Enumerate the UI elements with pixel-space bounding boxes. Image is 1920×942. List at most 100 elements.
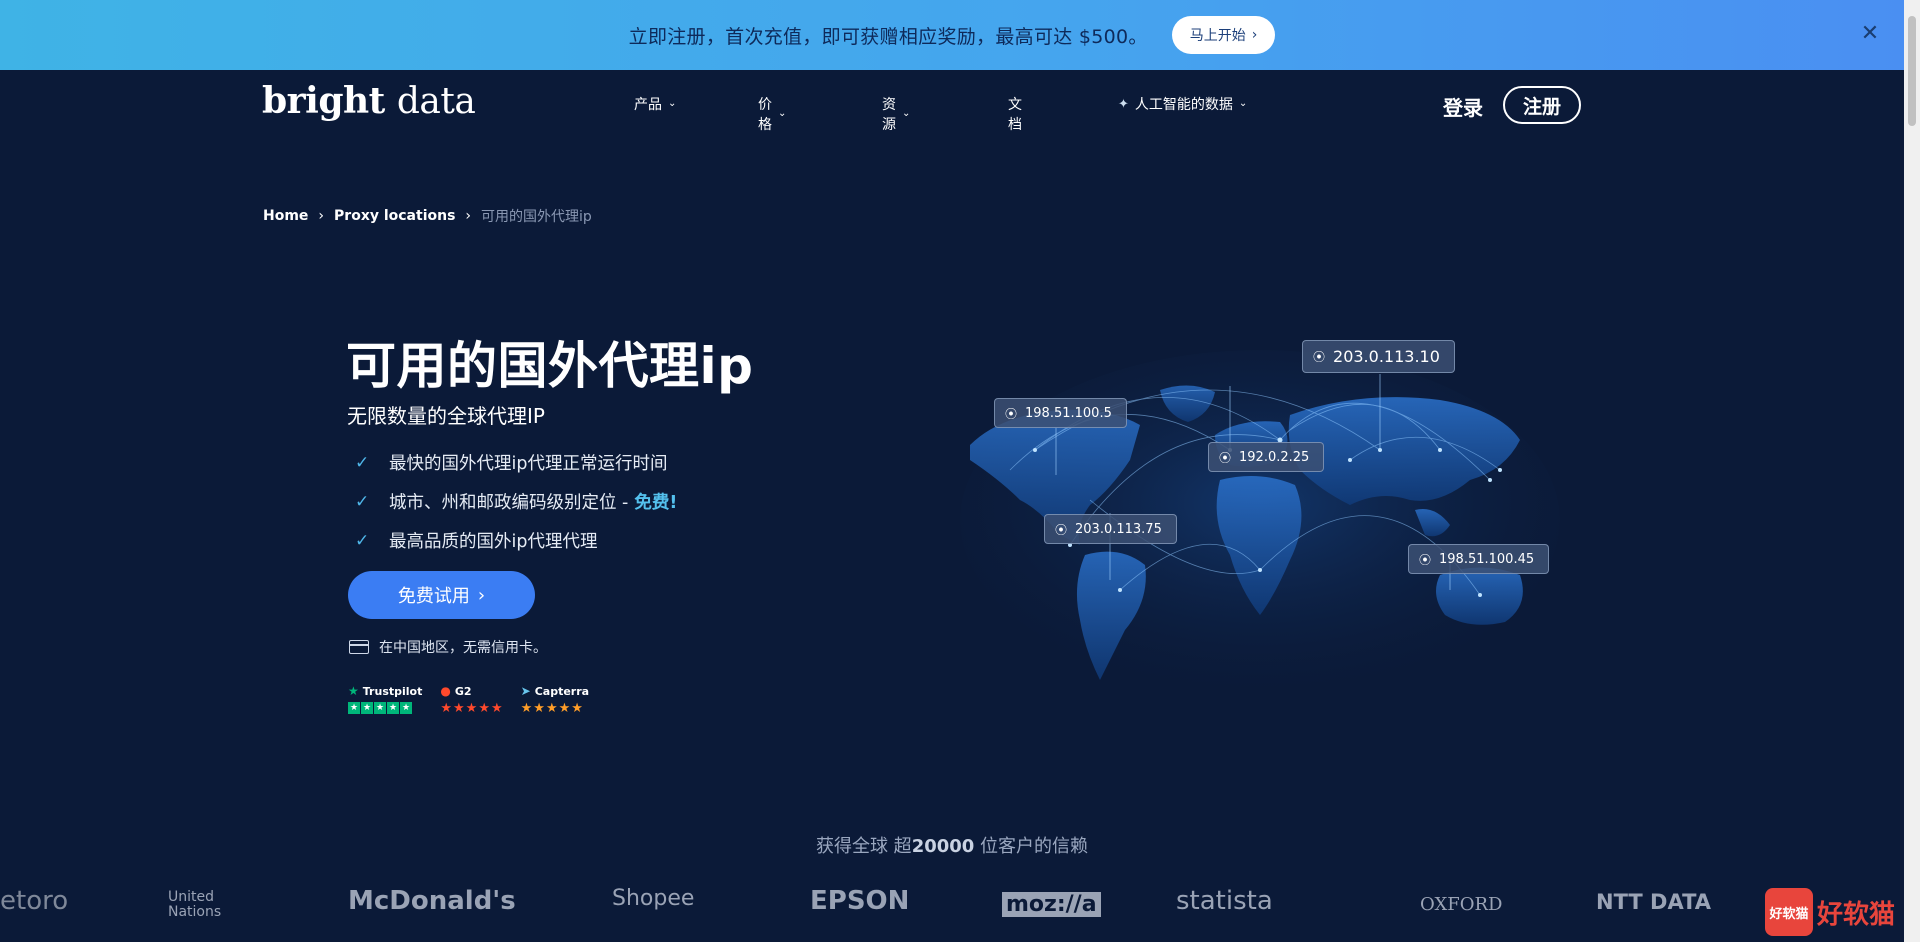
feature-list: ✓ 最快的国外代理ip代理正常运行时间 ✓ 城市、州和邮政编码级别定位 - 免费… (355, 443, 677, 560)
ip-tag: ⦿ 192.0.2.25 (1208, 442, 1325, 472)
nav-ai-data[interactable]: ✦ 人工智能的数据 ⌄ (1118, 94, 1247, 114)
location-pin-icon: ⦿ (1313, 350, 1326, 364)
feature-item: ✓ 最高品质的国外ip代理代理 (355, 521, 677, 560)
united-nations-logo: United Nations (168, 889, 222, 920)
site-header: bright data 产品 ⌄ 价格 ⌄ 资源 ⌄ 文档 ✦ 人工智能的数据 … (0, 70, 1904, 140)
nav-docs-label: 文档 (1008, 97, 1022, 133)
breadcrumb-current: 可用的国外代理ip (481, 209, 592, 225)
promo-text: 立即注册，首次充值，即可获赠相应奖励，最高可达 $500。 (628, 25, 1148, 48)
feature-item: ✓ 城市、州和邮政编码级别定位 - 免费! (355, 482, 677, 521)
trust-prefix: 获得全球 超 (815, 836, 912, 857)
chevron-down-icon: ⌄ (902, 107, 911, 119)
location-pin-icon: ⦿ (1419, 552, 1432, 567)
bright-data-logo[interactable]: bright data (262, 80, 476, 122)
nav-resources[interactable]: 资源 ⌄ (882, 94, 910, 134)
ip-address: 198.51.100.45 (1439, 551, 1535, 567)
close-icon[interactable]: ✕ (1858, 22, 1882, 46)
rating-g2[interactable]: ● G2 ★ ★ ★ ★ ★ (440, 684, 502, 715)
g2-logo-icon: ● (440, 684, 451, 698)
watermark: 好软猫 好软猫 (1765, 888, 1895, 936)
rating-stars: ★ ★ ★ ★ ★ (520, 701, 583, 716)
capterra-arrow-icon: ➤ (520, 684, 531, 698)
scrollbar-thumb[interactable] (1908, 16, 1916, 126)
check-icon: ✓ (355, 530, 370, 551)
rating-trustpilot[interactable]: ★ Trustpilot ★ ★ ★ ★ ★ (348, 684, 422, 715)
sparkle-icon: ✦ (1118, 96, 1129, 112)
oxford-logo: OXFORD (1420, 894, 1503, 915)
rating-name: G2 (454, 684, 472, 698)
nav-docs[interactable]: 文档 (1008, 94, 1022, 134)
ratings: ★ Trustpilot ★ ★ ★ ★ ★ ● G2 ★ ★ ★ ★ ★ ➤ Capterra… (348, 684, 589, 715)
credit-card-icon (349, 640, 369, 654)
nav-products-label: 产品 (634, 97, 662, 113)
ip-tag: ⦿ 198.51.100.45 (1408, 544, 1550, 574)
free-tag: 免费! (634, 493, 678, 513)
feature-text: 城市、州和邮政编码级别定位 - (389, 493, 629, 513)
rating-stars: ★ ★ ★ ★ ★ (440, 701, 503, 716)
chevron-down-icon: ⌄ (778, 107, 787, 119)
ip-address: 198.51.100.5 (1025, 405, 1112, 421)
no-credit-card-note: 在中国地区，无需信用卡。 (349, 637, 547, 657)
nav-pricing-label: 价格 (758, 97, 772, 133)
logo-data: data (396, 81, 476, 122)
nav-products[interactable]: 产品 ⌄ (634, 94, 676, 114)
check-icon: ✓ (355, 491, 370, 512)
breadcrumb-home[interactable]: Home (263, 208, 308, 224)
check-icon: ✓ (355, 452, 370, 473)
promo-start-label: 马上开始 (1189, 28, 1246, 44)
ip-address: 203.0.113.10 (1333, 347, 1440, 366)
shopee-logo: Shopee (612, 886, 695, 911)
trust-count: 20000 (911, 836, 975, 857)
chevron-right-icon: › (477, 584, 486, 606)
page-title: 可用的国外代理ip (346, 337, 754, 395)
rating-stars: ★ ★ ★ ★ ★ (348, 702, 412, 714)
ip-tag: ⦿ 203.0.113.10 (1302, 340, 1455, 373)
customer-logos: etoro United Nations McDonald's Shopee E… (0, 886, 1904, 926)
nav-resources-label: 资源 (882, 97, 896, 133)
world-proxy-map: ⦿ 203.0.113.10 ⦿ 198.51.100.5 ⦿ 192.0.2.… (960, 330, 1560, 700)
feature-text: 最快的国外代理ip代理正常运行时间 (389, 454, 668, 474)
etoro-logo: etoro (0, 886, 69, 916)
ip-tag: ⦿ 203.0.113.75 (1044, 514, 1177, 544)
rating-capterra[interactable]: ➤ Capterra ★ ★ ★ ★ ★ (521, 684, 589, 715)
rating-name: Trustpilot (362, 684, 423, 698)
login-link[interactable]: 登录 (1443, 92, 1483, 121)
free-trial-button[interactable]: 免费试用 › (348, 571, 535, 619)
chevron-right-icon: › (1251, 27, 1258, 43)
signup-button[interactable]: 注册 (1503, 86, 1581, 124)
breadcrumb: Home › Proxy locations › 可用的国外代理ip (263, 206, 592, 226)
location-pin-icon: ⦿ (1219, 450, 1232, 465)
nav-pricing[interactable]: 价格 ⌄ (758, 94, 786, 134)
trustpilot-star-icon: ★ (348, 684, 359, 698)
promo-banner: 立即注册，首次充值，即可获赠相应奖励，最高可达 $500。 马上开始 › ✕ (0, 0, 1904, 70)
trust-statement: 获得全球 超20000 位客户的信赖 (0, 832, 1904, 858)
free-trial-label: 免费试用 (397, 586, 470, 607)
ip-tag: ⦿ 198.51.100.5 (994, 398, 1127, 428)
hero-subtitle: 无限数量的全球代理IP (347, 404, 545, 428)
feature-item: ✓ 最快的国外代理ip代理正常运行时间 (355, 443, 677, 482)
promo-start-button[interactable]: 马上开始 › (1171, 16, 1276, 54)
ntt-data-logo: NTT DATA (1596, 890, 1712, 914)
watermark-text: 好软猫 (1817, 899, 1896, 930)
statista-logo: statista (1176, 886, 1273, 916)
location-pin-icon: ⦿ (1055, 522, 1068, 537)
watermark-badge: 好软猫 (1765, 888, 1813, 936)
ip-address: 203.0.113.75 (1075, 521, 1162, 537)
card-note-text: 在中国地区，无需信用卡。 (379, 640, 547, 656)
logo-bright: bright (262, 80, 385, 122)
ip-address: 192.0.2.25 (1239, 449, 1310, 465)
location-pin-icon: ⦿ (1005, 406, 1018, 421)
trust-suffix: 位客户的信赖 (974, 836, 1089, 857)
epson-logo: EPSON (810, 886, 910, 916)
chevron-down-icon: ⌄ (668, 97, 677, 109)
rating-name: Capterra (534, 684, 590, 698)
breadcrumb-proxy-locations[interactable]: Proxy locations (334, 208, 455, 224)
mcdonalds-logo: McDonald's (348, 886, 516, 916)
chevron-right-icon: › (465, 208, 472, 224)
scrollbar[interactable] (1904, 0, 1920, 942)
mozilla-logo: moz://a (1002, 892, 1101, 917)
chevron-right-icon: › (318, 208, 325, 224)
nav-ai-data-label: 人工智能的数据 (1134, 97, 1233, 113)
feature-text: 最高品质的国外ip代理代理 (389, 532, 598, 552)
chevron-down-icon: ⌄ (1238, 97, 1248, 109)
